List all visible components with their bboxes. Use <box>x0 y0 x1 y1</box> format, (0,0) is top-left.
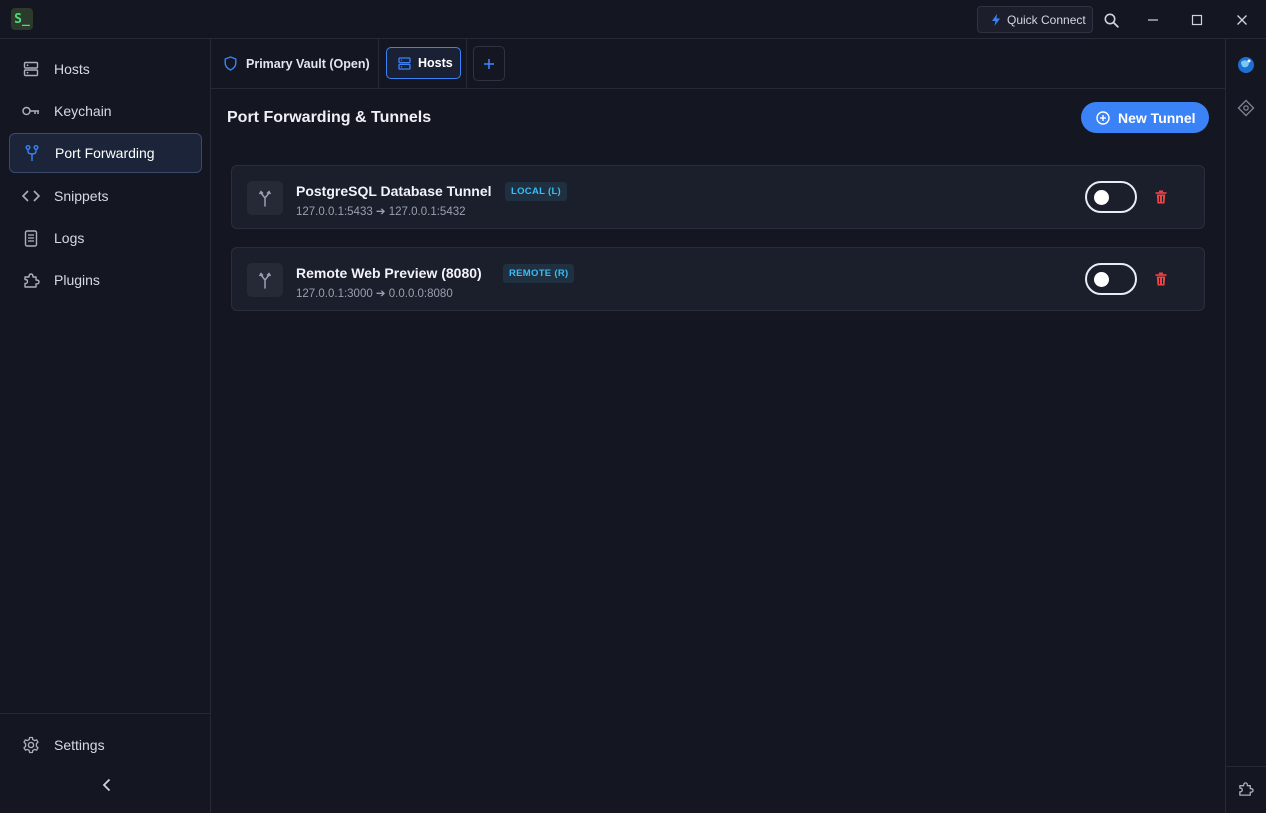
sidebar-footer: Settings <box>0 713 210 813</box>
sidebar-item-settings[interactable]: Settings <box>9 725 202 765</box>
tunnel-type-badge: REMOTE (R) <box>503 264 575 283</box>
gear-icon <box>22 736 40 754</box>
toggle-knob <box>1094 272 1109 287</box>
sidebar-item-keychain[interactable]: Keychain <box>9 91 202 131</box>
tunnel-toggle[interactable] <box>1085 263 1137 295</box>
tab-divider <box>466 39 467 88</box>
tabs-bar: Primary Vault (Open) Hosts <box>211 39 1225 89</box>
tunnel-toggle[interactable] <box>1085 181 1137 213</box>
sidebar-item-logs[interactable]: Logs <box>9 218 202 258</box>
tunnel-card: Remote Web Preview (8080) REMOTE (R) 127… <box>231 247 1205 311</box>
lightning-icon <box>991 13 1001 26</box>
shield-icon <box>224 56 237 71</box>
sidebar-item-label: Snippets <box>54 188 109 204</box>
collapse-sidebar-chevron-icon[interactable] <box>98 777 114 793</box>
search-icon[interactable] <box>1101 10 1121 30</box>
sidebar-item-label: Settings <box>54 737 105 753</box>
sidebar-item-label: Plugins <box>54 272 100 288</box>
fork-icon <box>247 181 283 215</box>
new-tunnel-button[interactable]: New Tunnel <box>1081 102 1209 133</box>
sidebar-item-label: Hosts <box>54 61 90 77</box>
delete-tunnel-trash-icon[interactable] <box>1152 270 1170 288</box>
tab-hosts[interactable]: Hosts <box>386 47 461 79</box>
add-tab-button[interactable] <box>473 46 505 81</box>
minimize-icon[interactable] <box>1143 10 1163 30</box>
key-icon <box>22 102 40 120</box>
fork-icon <box>247 263 283 297</box>
app-logo: S_ <box>11 8 33 30</box>
tunnel-route: 127.0.0.1:5433 ➔ 127.0.0.1:5432 <box>296 206 466 218</box>
new-tunnel-label: New Tunnel <box>1118 109 1196 126</box>
plus-circle-icon <box>1096 110 1110 125</box>
close-icon[interactable] <box>1232 10 1252 30</box>
code-icon <box>22 187 40 205</box>
server-icon <box>22 60 40 78</box>
puzzle-icon <box>22 271 40 289</box>
plus-icon <box>483 58 495 70</box>
right-rail-footer <box>1226 766 1266 813</box>
page-title: Port Forwarding & Tunnels <box>227 109 432 126</box>
main-content: Port Forwarding & Tunnels New Tunnel Pos… <box>211 89 1225 813</box>
tab-label: Hosts <box>418 56 453 70</box>
quick-connect-label: Quick Connect <box>1007 12 1086 27</box>
right-rail <box>1225 39 1266 813</box>
delete-tunnel-trash-icon[interactable] <box>1152 188 1170 206</box>
tunnel-card: PostgreSQL Database Tunnel LOCAL (L) 127… <box>231 165 1205 229</box>
tunnel-route: 127.0.0.1:3000 ➔ 0.0.0.0:8080 <box>296 288 453 300</box>
quick-connect-button[interactable]: Quick Connect <box>977 6 1093 33</box>
sidebar: Hosts Keychain Port Forwarding Snippets … <box>0 39 211 813</box>
globe-avatar-icon[interactable] <box>1236 55 1256 75</box>
app-logo-text: S_ <box>14 11 30 27</box>
sidebar-item-snippets[interactable]: Snippets <box>9 176 202 216</box>
puzzle-icon[interactable] <box>1236 779 1256 799</box>
tunnel-type-badge: LOCAL (L) <box>505 182 568 201</box>
toggle-knob <box>1094 190 1109 205</box>
tunnel-name: Remote Web Preview (8080) <box>296 265 482 281</box>
tunnel-name: PostgreSQL Database Tunnel <box>296 183 492 199</box>
maximize-icon[interactable] <box>1187 10 1207 30</box>
tab-label: Primary Vault (Open) <box>246 56 370 71</box>
sidebar-item-plugins[interactable]: Plugins <box>9 260 202 300</box>
fork-icon <box>23 144 41 162</box>
server-icon <box>398 56 411 70</box>
title-bar: S_ Quick Connect <box>0 0 1266 39</box>
diamond-nav-icon[interactable] <box>1236 98 1256 118</box>
sidebar-item-hosts[interactable]: Hosts <box>9 49 202 89</box>
sidebar-item-label: Logs <box>54 230 85 246</box>
sidebar-item-port-forwarding[interactable]: Port Forwarding <box>9 133 202 173</box>
sidebar-item-label: Port Forwarding <box>55 145 155 161</box>
logs-icon <box>22 229 40 247</box>
tab-primary-vault[interactable]: Primary Vault (Open) <box>211 39 379 88</box>
sidebar-item-label: Keychain <box>54 103 112 119</box>
